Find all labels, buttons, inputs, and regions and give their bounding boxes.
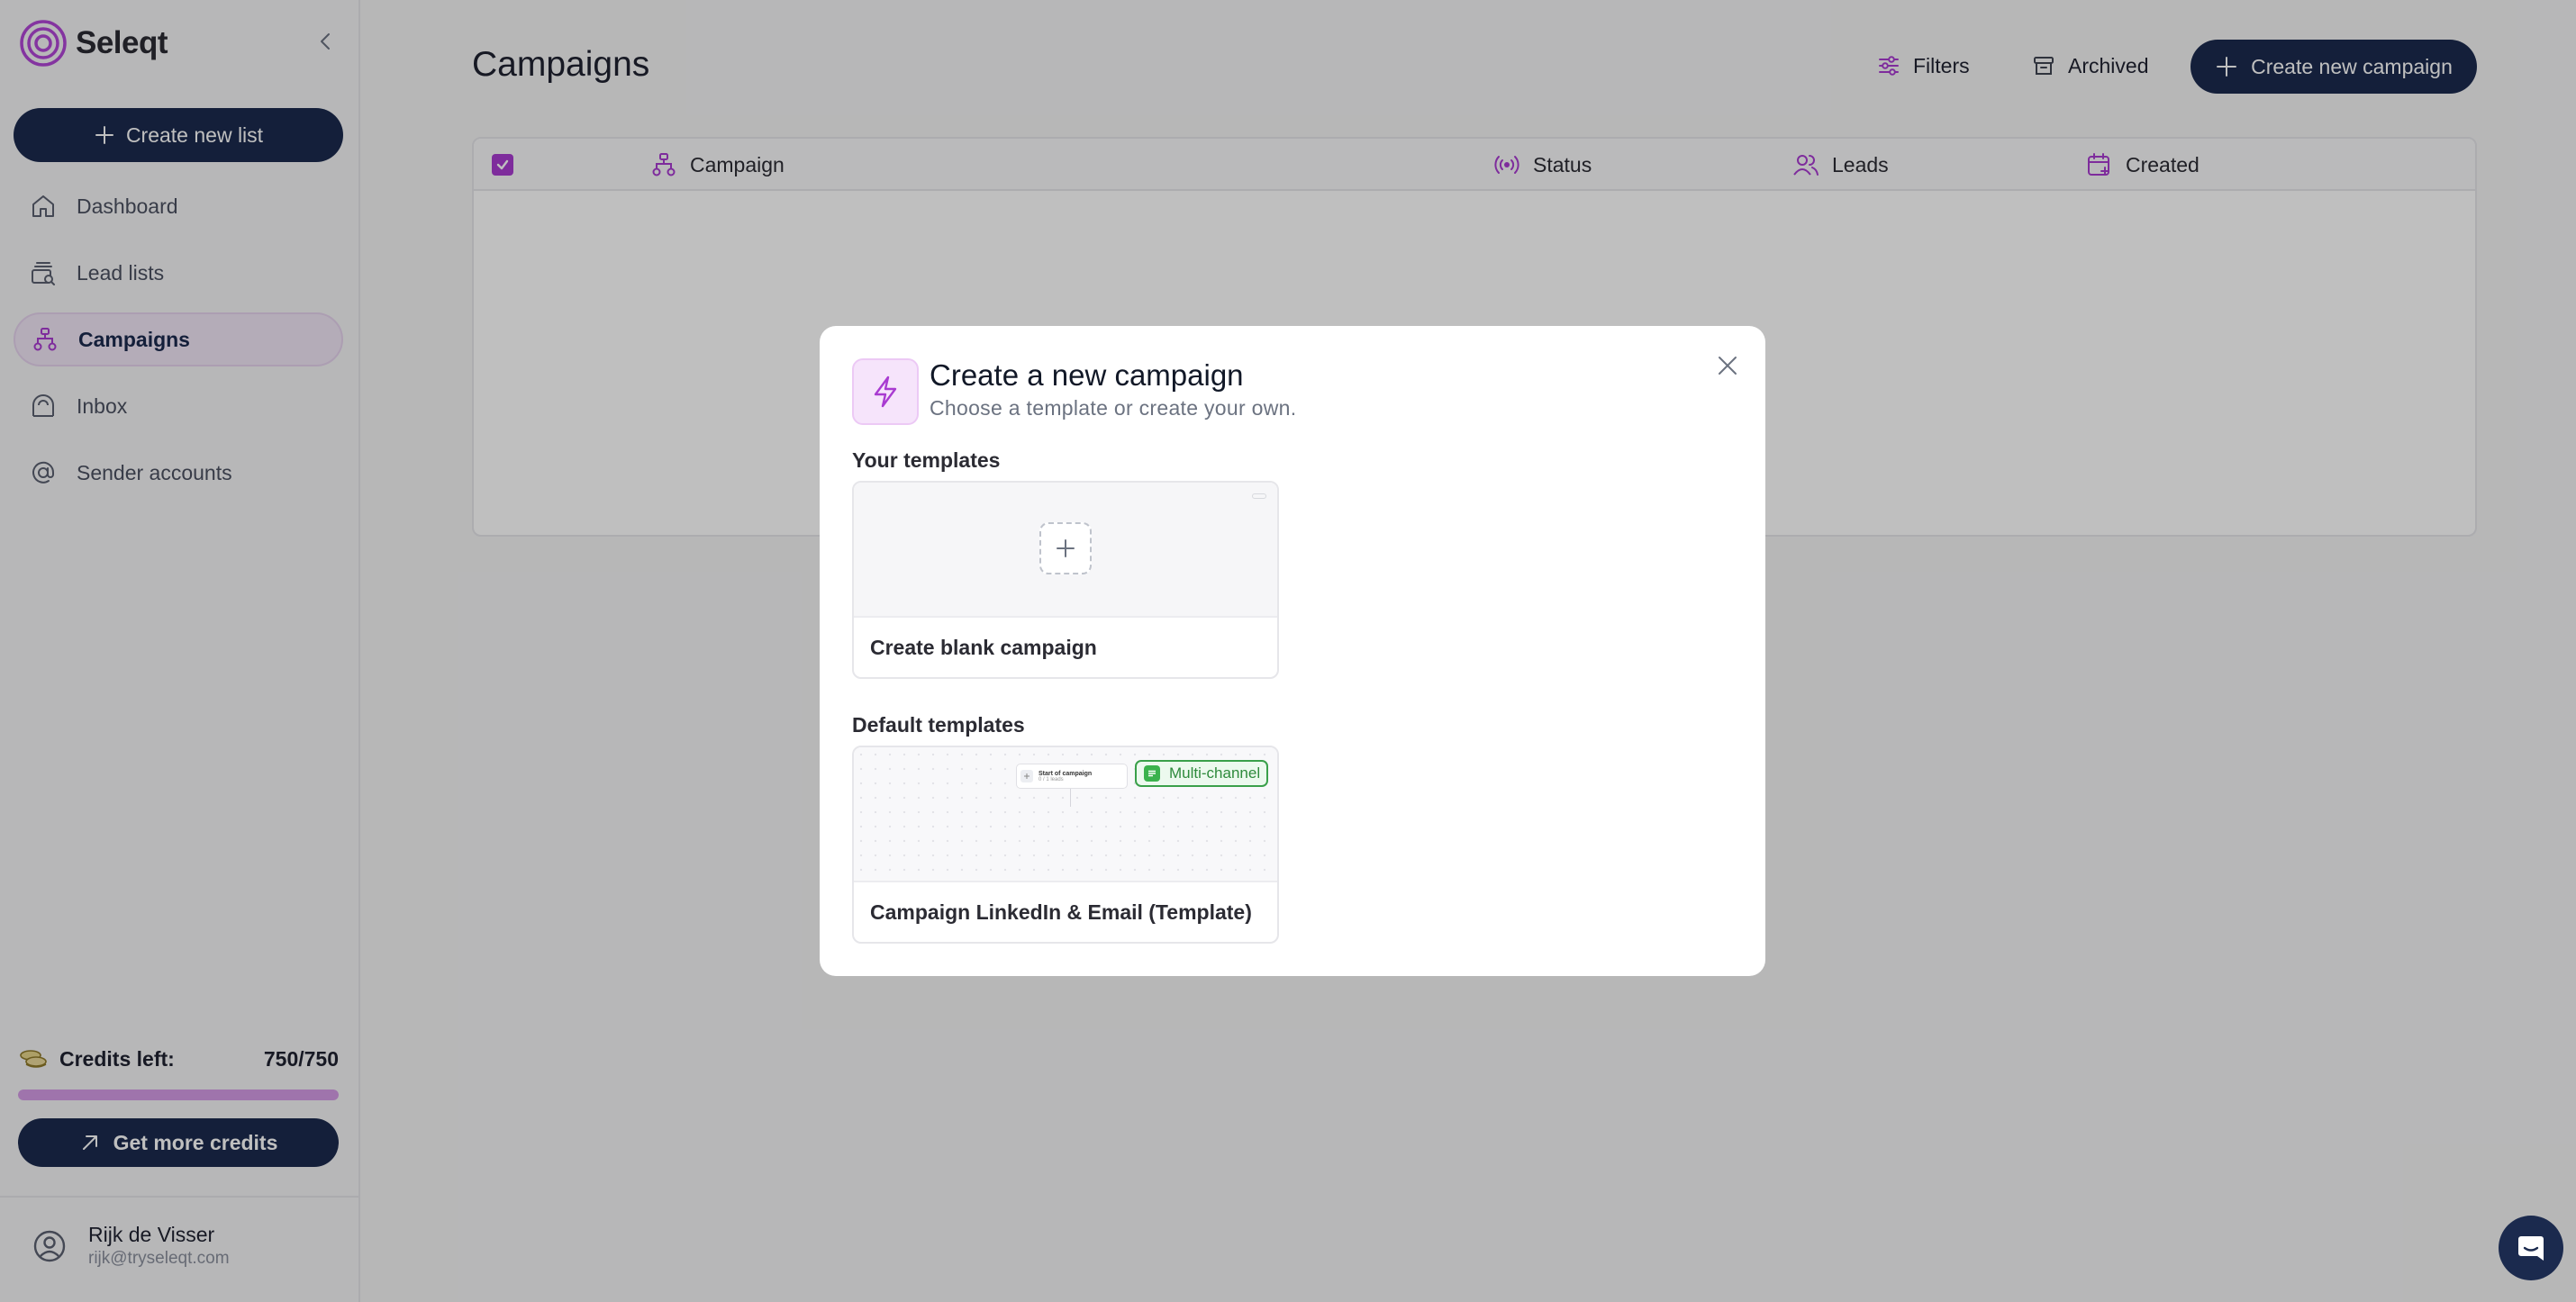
modal-subtitle: Choose a template or create your own. [930, 396, 1297, 420]
preview-node-title: Start of campaign [1039, 770, 1093, 777]
chat-support-button[interactable] [2499, 1216, 2563, 1280]
close-button[interactable] [1711, 349, 1744, 382]
plus-icon [1055, 538, 1076, 559]
chat-bubble-icon [2516, 1233, 2546, 1263]
default-template-card[interactable]: Start of campaign 0 / 1 leads Multi-chan… [852, 746, 1279, 944]
add-template-box [1039, 522, 1092, 574]
options-pill [1252, 493, 1266, 499]
create-campaign-modal: Create a new campaign Choose a template … [820, 326, 1765, 976]
badge-label: Multi-channel [1169, 764, 1261, 782]
template-name: Campaign LinkedIn & Email (Template) [870, 900, 1252, 924]
close-icon [1716, 354, 1739, 377]
create-blank-campaign-card[interactable]: Create blank campaign [852, 481, 1279, 679]
default-templates-label: Default templates [852, 713, 1025, 737]
your-templates-label: Your templates [852, 448, 1001, 472]
list-icon [1144, 765, 1160, 782]
template-preview [854, 483, 1277, 618]
preview-connector [1070, 789, 1071, 807]
preview-node-subtitle: 0 / 1 leads [1039, 776, 1064, 782]
modal-title: Create a new campaign [930, 358, 1244, 392]
template-name: Create blank campaign [870, 636, 1097, 659]
modal-icon-box [852, 358, 919, 425]
multi-channel-badge: Multi-channel [1135, 760, 1268, 787]
preview-flow-node: Start of campaign 0 / 1 leads [1016, 764, 1128, 789]
lightning-icon [871, 375, 900, 408]
template-preview: Start of campaign 0 / 1 leads Multi-chan… [854, 747, 1277, 882]
plus-icon [1020, 770, 1033, 782]
